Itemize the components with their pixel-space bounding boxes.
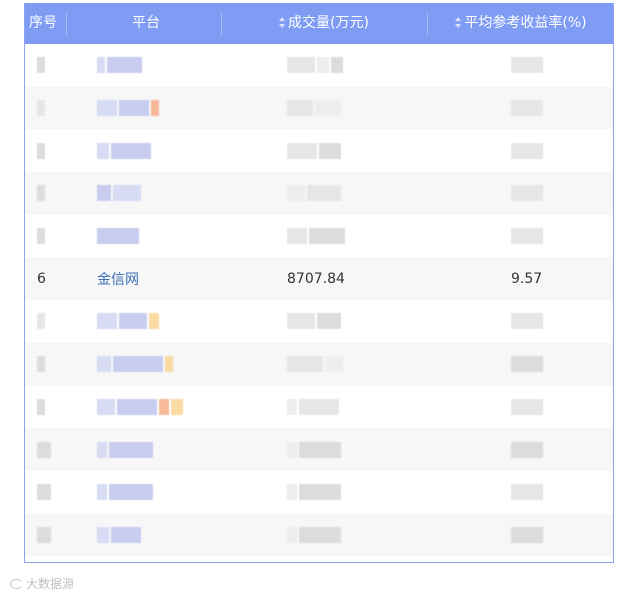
table-row — [25, 428, 613, 471]
blurred-index — [37, 355, 47, 373]
blurred-platform[interactable] — [97, 483, 155, 501]
header-volume-sort[interactable]: 成交量(万元) — [221, 3, 427, 44]
blurred-index — [37, 312, 47, 330]
blurred-volume — [287, 526, 343, 544]
table-row — [25, 172, 613, 215]
data-table: 序号 平台 成交量(万元) 平均参考收益率(%) 6 金信网 8707.84 9… — [24, 3, 614, 563]
table-row — [25, 300, 613, 343]
blurred-rate — [511, 227, 545, 245]
blurred-volume — [287, 441, 343, 459]
blurred-index — [37, 227, 47, 245]
header-index: 序号 — [29, 15, 57, 31]
row-index: 6 — [37, 270, 46, 287]
blurred-volume — [287, 312, 343, 330]
blurred-rate — [511, 99, 545, 117]
table-row — [25, 129, 613, 172]
table-row — [25, 86, 613, 130]
blurred-index — [37, 99, 47, 117]
watermark-logo-icon — [10, 578, 23, 589]
blurred-rate — [511, 312, 545, 330]
blurred-index — [37, 483, 53, 501]
blurred-index — [37, 184, 47, 202]
blurred-volume — [287, 99, 343, 117]
blurred-index — [37, 398, 47, 416]
table-body: 6 金信网 8707.84 9.57 — [25, 44, 613, 557]
blurred-rate — [511, 355, 545, 373]
blurred-platform[interactable] — [97, 56, 144, 74]
sort-icon — [455, 17, 462, 28]
blurred-volume — [287, 483, 343, 501]
blurred-volume — [287, 142, 343, 160]
blurred-platform[interactable] — [97, 99, 161, 117]
watermark-text: 大数据源 — [26, 577, 75, 591]
blurred-rate — [511, 56, 545, 74]
blurred-platform[interactable] — [97, 398, 185, 416]
blurred-volume — [287, 56, 345, 74]
blurred-volume — [287, 227, 347, 245]
blurred-volume — [287, 184, 343, 202]
volume-value: 8707.84 — [287, 270, 345, 287]
blurred-rate — [511, 184, 545, 202]
blurred-rate — [511, 441, 545, 459]
blurred-volume — [287, 355, 345, 373]
blurred-platform[interactable] — [97, 526, 143, 544]
table-row-visible: 6 金信网 8707.84 9.57 — [25, 257, 613, 301]
table-row — [25, 513, 613, 557]
platform-link[interactable]: 金信网 — [97, 257, 277, 300]
table-row — [25, 342, 613, 386]
header-platform: 平台 — [132, 15, 160, 31]
table-header: 序号 平台 成交量(万元) 平均参考收益率(%) — [25, 3, 613, 44]
blurred-platform[interactable] — [97, 355, 175, 373]
blurred-platform[interactable] — [97, 312, 161, 330]
header-rate-label: 平均参考收益率(%) — [464, 15, 587, 31]
blurred-rate — [511, 142, 545, 160]
blurred-index — [37, 56, 47, 74]
blurred-rate — [511, 526, 545, 544]
header-rate-sort[interactable]: 平均参考收益率(%) — [427, 3, 613, 44]
blurred-index — [37, 441, 53, 459]
blurred-rate — [511, 398, 545, 416]
table-row — [25, 386, 613, 429]
blurred-platform[interactable] — [97, 184, 143, 202]
blurred-rate — [511, 483, 545, 501]
watermark: 大数据源 — [10, 575, 74, 592]
header-volume-label: 成交量(万元) — [288, 15, 369, 31]
table-row — [25, 471, 613, 514]
blurred-platform[interactable] — [97, 227, 141, 245]
table-row — [25, 215, 613, 258]
blurred-volume — [287, 398, 341, 416]
sort-icon — [279, 17, 286, 28]
blurred-platform[interactable] — [97, 441, 155, 459]
table-row — [25, 44, 613, 87]
blurred-platform[interactable] — [97, 142, 153, 160]
rate-value: 9.57 — [511, 270, 543, 287]
blurred-index — [37, 526, 53, 544]
blurred-index — [37, 142, 47, 160]
